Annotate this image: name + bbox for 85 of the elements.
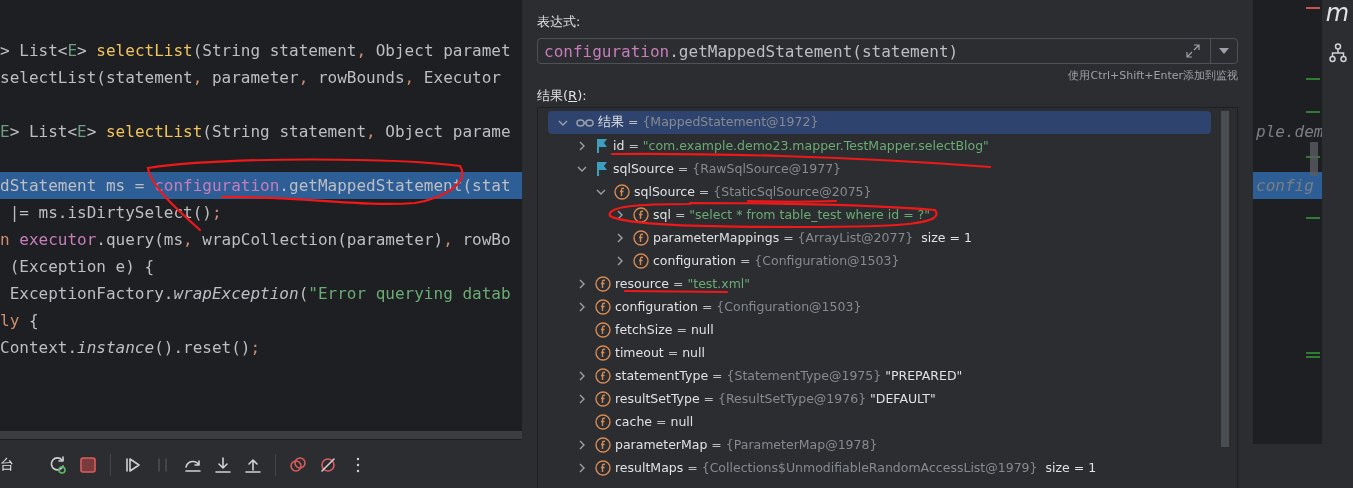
tree-node-label: timeout = null bbox=[615, 345, 705, 360]
chevron-right-icon[interactable] bbox=[615, 209, 625, 220]
code-line: Context.instance().reset(); bbox=[0, 338, 261, 357]
tree-row[interactable]: 结果 = {MappedStatement@1972} bbox=[548, 111, 1211, 134]
tree-node-label: parameterMap = {ParameterMap@1978} bbox=[615, 437, 878, 452]
tree-node-label: sql = "select * from table_test where id = ?" bbox=[653, 207, 930, 222]
tree-row[interactable]: id = "com.example.demo23.mapper.TestMapper.selectBlog" bbox=[548, 134, 1211, 157]
tree-node-label: configuration = {Configuration@1503} bbox=[653, 253, 900, 268]
field-icon bbox=[595, 367, 611, 384]
tree-node-label: sqlSource = {RawSqlSource@1977} bbox=[613, 161, 842, 176]
tree-node-label: cache = null bbox=[615, 414, 694, 429]
code-line: (Exception e) { bbox=[8, 257, 155, 276]
expression-label: 表达式: bbox=[537, 13, 581, 31]
tree-row[interactable]: resource = "test.xml" bbox=[548, 272, 1211, 295]
resume-icon bbox=[123, 455, 143, 475]
tree-node-label: resultSetType = {ResultSetType@1976} "DEFAULT" bbox=[615, 391, 936, 406]
glasses-icon bbox=[576, 117, 594, 128]
chevron-right-icon[interactable] bbox=[615, 255, 625, 266]
caret-icon bbox=[1218, 47, 1230, 55]
code-line: n executor.query(ms, wrapCollection(parameter), rowBo bbox=[0, 230, 511, 249]
code-line: selectList(statement, parameter, rowBounds, Executor bbox=[0, 68, 501, 87]
expression-field[interactable]: configuration.getMappedStatement(statement) bbox=[537, 38, 1238, 64]
chevron-right-icon[interactable] bbox=[615, 232, 625, 243]
field-icon bbox=[595, 298, 611, 315]
vertical-scrollbar[interactable] bbox=[1221, 111, 1229, 447]
chevron-right-icon[interactable] bbox=[577, 140, 587, 151]
console-tab[interactable]: 台 bbox=[0, 456, 14, 474]
hierarchy-icon[interactable] bbox=[1328, 43, 1347, 63]
tree-row[interactable]: configuration = {Configuration@1503} bbox=[548, 295, 1211, 318]
tree-row[interactable]: configuration = {Configuration@1503} bbox=[548, 249, 1211, 272]
field-icon bbox=[595, 459, 611, 476]
chevron-right-icon[interactable] bbox=[577, 462, 587, 473]
field-icon bbox=[595, 275, 611, 292]
tree-node-label: resultMaps = {Collections$UnmodifiableRandomAccessList@1979} size = 1 bbox=[615, 460, 1097, 475]
tree-row[interactable]: statementType = {StatementType@1975} "PREPARED" bbox=[548, 364, 1211, 387]
breakpoints-icon bbox=[288, 455, 308, 475]
tree-row[interactable]: resultMaps = {Collections$UnmodifiableRandomAccessList@1979} size = 1 bbox=[548, 456, 1211, 479]
tree-row[interactable]: fetchSize = null bbox=[548, 318, 1211, 341]
stop-icon bbox=[78, 455, 98, 475]
code-line: config bbox=[1255, 176, 1314, 195]
code-line: > List<E> selectList(String statement, Object paramet bbox=[0, 41, 511, 60]
tree-row[interactable]: sqlSource = {StaticSqlSource@2075} bbox=[548, 180, 1211, 203]
chevron-right-icon[interactable] bbox=[577, 393, 587, 404]
maven-tool-button[interactable]: m bbox=[1325, 1, 1350, 25]
step-into-icon bbox=[213, 455, 233, 475]
tree-node-label: configuration = {Configuration@1503} bbox=[615, 299, 862, 314]
horizontal-scrollbar[interactable] bbox=[0, 431, 522, 439]
watch-hint: 使用Ctrl+Shift+Enter添加到监视 bbox=[1068, 68, 1238, 83]
tree-node-label: parameterMappings = {ArrayList@2077} size = 1 bbox=[653, 230, 972, 245]
expand-icon[interactable] bbox=[1186, 44, 1200, 58]
field-icon bbox=[595, 436, 611, 453]
field-icon bbox=[595, 344, 611, 361]
tree-node-label: statementType = {StatementType@1975} "PREPARED" bbox=[615, 368, 963, 383]
field-icon bbox=[633, 252, 649, 269]
rerun-bug-icon bbox=[48, 455, 68, 475]
chevron-right-icon[interactable] bbox=[577, 301, 587, 312]
tree-node-label: fetchSize = null bbox=[615, 322, 714, 337]
flag-icon bbox=[595, 160, 609, 177]
tree-row[interactable]: timeout = null bbox=[548, 341, 1211, 364]
tree-row[interactable]: cache = null bbox=[548, 410, 1211, 433]
tree-node-label: sqlSource = {StaticSqlSource@2075} bbox=[634, 184, 872, 199]
more-icon bbox=[356, 457, 360, 473]
result-label: 结果(R): bbox=[537, 87, 587, 105]
flag-icon bbox=[595, 137, 609, 154]
tree-row[interactable]: sql = "select * from table_test where id = ?" bbox=[548, 203, 1211, 226]
chevron-right-icon[interactable] bbox=[577, 370, 587, 381]
field-icon bbox=[595, 413, 611, 430]
tree-node-label: 结果 = {MappedStatement@1972} bbox=[598, 114, 819, 131]
tree-row[interactable]: sqlSource = {RawSqlSource@1977} bbox=[548, 157, 1211, 180]
tree-row[interactable]: parameterMap = {ParameterMap@1978} bbox=[548, 433, 1211, 456]
code-line: ExceptionFactory.wrapException("Error querying datab bbox=[8, 284, 511, 303]
field-icon bbox=[595, 390, 611, 407]
tree-node-label: resource = "test.xml" bbox=[615, 276, 751, 291]
mute-breakpoints-icon bbox=[318, 455, 338, 475]
chevron-right-icon[interactable] bbox=[577, 439, 587, 450]
field-icon bbox=[633, 229, 649, 246]
tree-row[interactable]: resultSetType = {ResultSetType@1976} "DEFAULT" bbox=[548, 387, 1211, 410]
code-line: E> List<E> selectList(String statement, Object parame bbox=[0, 122, 511, 141]
field-icon bbox=[633, 206, 649, 223]
tree-row[interactable]: parameterMappings = {ArrayList@2077} size = 1 bbox=[548, 226, 1211, 249]
field-icon bbox=[614, 183, 630, 200]
code-line: ly { bbox=[0, 311, 39, 330]
tree-node-label: id = "com.example.demo23.mapper.TestMapper.selectBlog" bbox=[613, 138, 989, 153]
chevron-right-icon[interactable] bbox=[577, 278, 587, 289]
field-icon bbox=[595, 321, 611, 338]
